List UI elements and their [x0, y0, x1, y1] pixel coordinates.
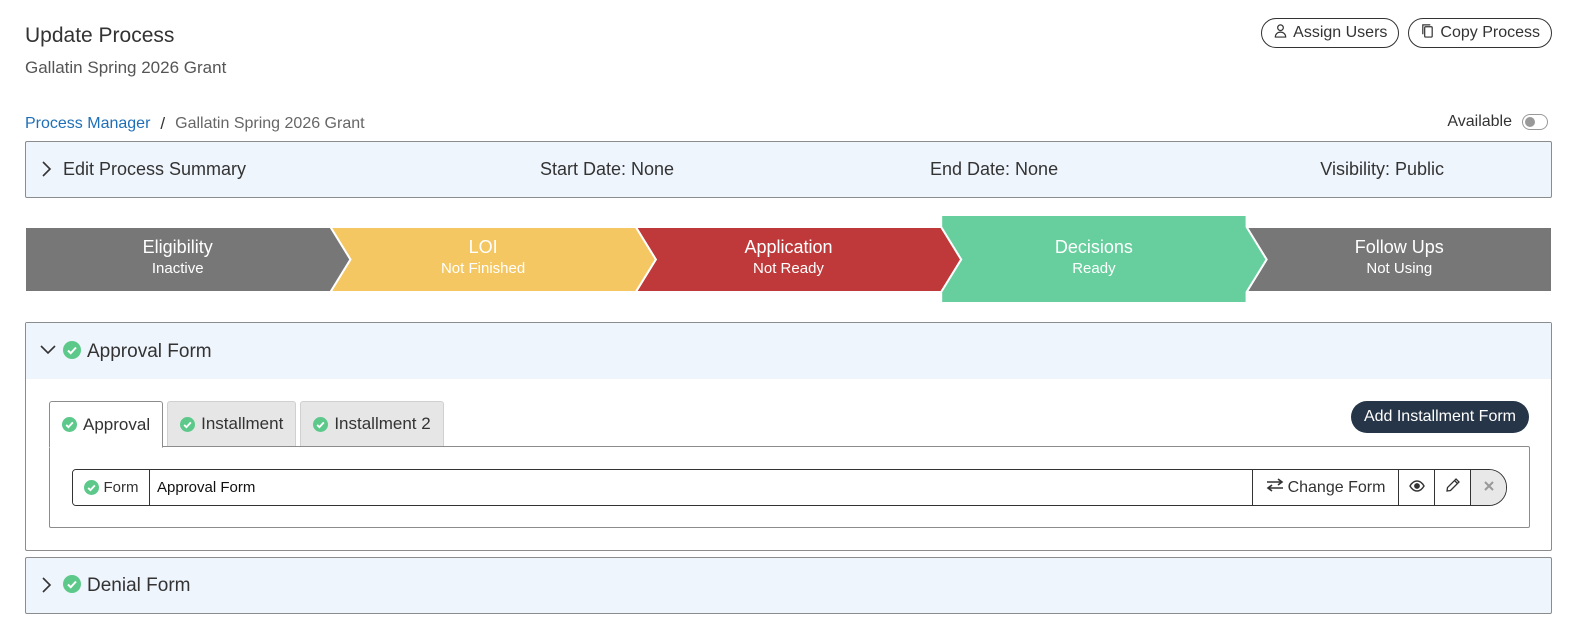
tab-label: Installment: [201, 414, 284, 433]
form-name-input[interactable]: [150, 470, 1252, 505]
stage-label-decisions: Decisions Ready: [941, 237, 1246, 277]
copy-icon: [1420, 23, 1435, 43]
denial-form-panel[interactable]: Denial Form: [25, 557, 1552, 614]
tab-label: Installment 2: [334, 414, 431, 433]
pencil-icon: [1445, 477, 1461, 498]
visibility: Visibility: Public: [1320, 159, 1444, 179]
stage-name: Application: [744, 237, 833, 257]
chevron-down-icon: [39, 343, 57, 357]
copy-process-button[interactable]: Copy Process: [1408, 18, 1552, 48]
stage-name: LOI: [468, 237, 498, 257]
tab-approval[interactable]: Approval: [49, 401, 164, 448]
edit-form-button[interactable]: [1434, 470, 1470, 505]
stage-name: Follow Ups: [1354, 237, 1444, 257]
stage-label-loi: LOI Not Finished: [330, 237, 635, 277]
stage-label-eligibility: Eligibility Inactive: [25, 237, 330, 277]
breadcrumb: Process Manager / Gallatin Spring 2026 G…: [25, 114, 365, 134]
form-addon: Form: [73, 470, 150, 505]
check-circle-icon: [62, 417, 77, 432]
breadcrumb-current: Gallatin Spring 2026 Grant: [175, 115, 365, 132]
swap-arrows-icon: [1266, 478, 1284, 497]
user-icon: [1273, 23, 1288, 43]
change-form-label: Change Form: [1287, 478, 1386, 496]
remove-form-button[interactable]: [1470, 470, 1506, 505]
check-circle-icon: [63, 575, 81, 593]
stage-status: Not Finished: [440, 260, 526, 277]
form-addon-label: Form: [103, 479, 139, 496]
stage-status: Ready: [1072, 260, 1116, 277]
assign-users-button[interactable]: Assign Users: [1261, 18, 1400, 48]
page-title: Update Process: [25, 24, 175, 47]
tab-installment[interactable]: Installment: [167, 401, 297, 446]
stage-status: Not Ready: [753, 260, 824, 277]
tab-label: Approval: [83, 414, 151, 434]
chevron-right-icon: [40, 576, 52, 594]
check-circle-icon: [313, 416, 329, 432]
stage-name: Eligibility: [142, 237, 213, 257]
top-actions: Assign Users Copy Process: [1261, 18, 1552, 48]
stage-name: Decisions: [1054, 237, 1133, 257]
approval-form-panel: Approval Form Approval Installment Insta…: [25, 322, 1552, 551]
available-toggle[interactable]: [1522, 114, 1548, 130]
copy-process-label: Copy Process: [1440, 24, 1540, 41]
end-date: End Date: None: [930, 159, 1059, 179]
stage-label-follow-ups: Follow Ups Not Using: [1247, 237, 1552, 277]
breadcrumb-process-manager[interactable]: Process Manager: [25, 115, 150, 133]
check-circle-icon: [180, 416, 196, 432]
toggle-knob: [1525, 117, 1535, 127]
stage-status: Not Using: [1366, 260, 1433, 277]
process-summary-bar[interactable]: Edit Process Summary Start Date: None En…: [25, 141, 1552, 198]
check-circle-icon: [83, 480, 99, 495]
stage-progress-bar: Eligibility Inactive LOI Not Finished Applic…: [25, 215, 1552, 305]
form-tabs: Approval Installment Installment 2: [49, 401, 444, 448]
tab-content: Form Change Form: [49, 446, 1530, 528]
approval-form-title: Approval Form: [87, 341, 212, 362]
stage-status: Inactive: [151, 260, 204, 277]
start-date: Start Date: None: [540, 159, 675, 179]
breadcrumb-separator: /: [160, 114, 166, 133]
page-subtitle: Gallatin Spring 2026 Grant: [25, 58, 227, 77]
check-circle-icon: [63, 341, 81, 359]
form-select-row: Form Change Form: [72, 469, 1507, 506]
add-installment-form-button[interactable]: Add Installment Form: [1350, 401, 1529, 433]
eye-icon: [1408, 479, 1425, 497]
chevron-right-icon: [40, 160, 52, 178]
edit-process-summary-label: Edit Process Summary: [63, 159, 247, 179]
availability: Available: [1447, 113, 1548, 131]
tab-installment-2[interactable]: Installment 2: [300, 401, 444, 446]
close-icon: [1483, 479, 1495, 497]
approval-form-header[interactable]: Approval Form: [26, 323, 1551, 379]
stage-label-application: Application Not Ready: [636, 237, 941, 277]
view-form-button[interactable]: [1398, 470, 1434, 505]
available-label: Available: [1447, 113, 1512, 130]
denial-form-title: Denial Form: [87, 575, 191, 596]
assign-users-label: Assign Users: [1293, 24, 1388, 41]
change-form-button[interactable]: Change Form: [1252, 470, 1398, 505]
